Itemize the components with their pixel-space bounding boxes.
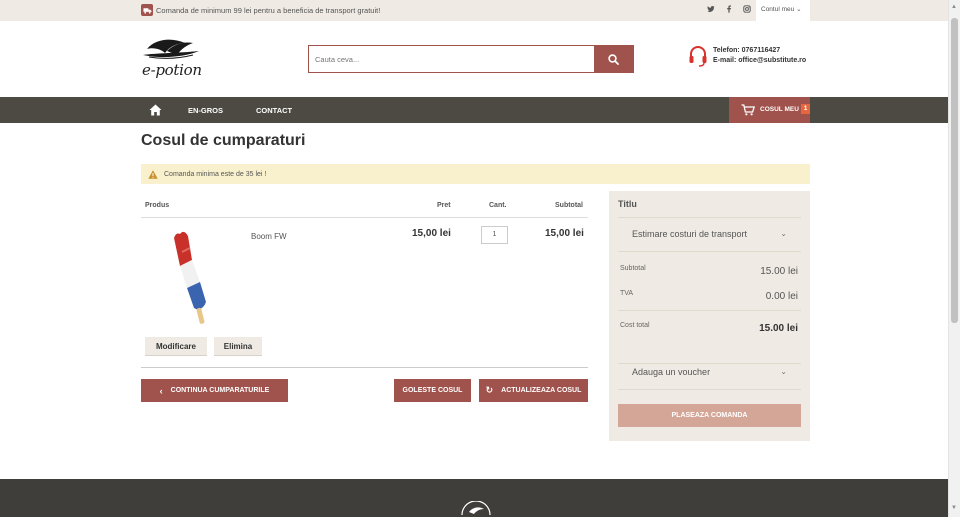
tva-label: TVA bbox=[620, 290, 634, 297]
nav-item-en-gros[interactable]: EN-GROS bbox=[188, 106, 223, 115]
refresh-icon: ↻ bbox=[485, 385, 494, 395]
chevron-left-icon: ‹ bbox=[159, 385, 163, 396]
warning-icon bbox=[148, 169, 158, 179]
phone-text: Telefon: 0767116427 bbox=[713, 47, 781, 54]
facebook-icon[interactable] bbox=[724, 5, 734, 15]
order-summary: Titlu Estimare costuri de transport ⌄ Su… bbox=[609, 191, 810, 441]
page-scrollbar[interactable]: ▲ ▼ bbox=[948, 0, 960, 517]
free-shipping-notice: Comanda de minimum 99 lei pentru a benef… bbox=[141, 4, 380, 16]
update-cart-button[interactable]: ↻ ACTUALIZEAZA COSUL bbox=[479, 379, 588, 402]
summary-divider bbox=[618, 389, 801, 390]
scroll-down-icon[interactable]: ▼ bbox=[951, 505, 957, 511]
tva-value: 0.00 lei bbox=[765, 291, 798, 302]
clear-cart-button[interactable]: GOLESTE COSUL bbox=[394, 379, 471, 402]
edit-item-button[interactable]: Modificare bbox=[145, 337, 207, 356]
remove-item-button[interactable]: Elimina bbox=[214, 337, 262, 356]
truck-icon bbox=[141, 4, 153, 16]
summary-title: Titlu bbox=[618, 199, 637, 209]
scroll-up-icon[interactable]: ▲ bbox=[951, 4, 957, 10]
footer-logo-icon bbox=[461, 501, 491, 516]
twitter-icon[interactable] bbox=[706, 5, 716, 15]
voucher-label: Adauga un voucher bbox=[632, 367, 711, 377]
subtotal-label: Subtotal bbox=[620, 265, 646, 272]
shipping-estimate-label: Estimare costuri de transport bbox=[632, 229, 748, 239]
voucher-dropdown[interactable]: Adauga un voucher ⌄ bbox=[618, 358, 801, 386]
cart-button[interactable]: COSUL MEU 1 bbox=[729, 97, 810, 123]
account-menu[interactable]: Contul meu ⌄ bbox=[756, 0, 810, 21]
table-bottom-divider bbox=[141, 367, 588, 368]
product-subtotal: 15,00 lei bbox=[545, 228, 584, 239]
logo-text: e-potion bbox=[142, 61, 202, 79]
min-order-warning: Comanda minima este de 35 lei ! bbox=[141, 164, 810, 184]
update-cart-label: ACTUALIZEAZA COSUL bbox=[501, 387, 582, 394]
continue-shopping-label: CONTINUA CUMPARATURILE bbox=[170, 387, 270, 394]
search-icon bbox=[608, 53, 619, 65]
warning-text: Comanda minima este de 35 lei ! bbox=[164, 170, 267, 178]
continue-shopping-button[interactable]: ‹ CONTINUA CUMPARATURILE bbox=[141, 379, 288, 402]
place-order-button[interactable]: PLASEAZA COMANDA bbox=[618, 404, 801, 427]
main-nav: EN-GROS CONTACT COSUL MEU 1 bbox=[0, 97, 948, 123]
contact-info: Telefon: 0767116427 E-mail: office@subst… bbox=[688, 45, 806, 67]
search-bar bbox=[308, 45, 634, 73]
home-icon[interactable] bbox=[149, 104, 162, 116]
cart-label: COSUL MEU bbox=[760, 106, 799, 113]
total-label: Cost total bbox=[620, 322, 650, 329]
subtotal-value: 15.00 lei bbox=[760, 266, 798, 277]
col-header-qty: Cant. bbox=[489, 202, 507, 209]
clear-cart-label: GOLESTE COSUL bbox=[402, 387, 463, 394]
top-bar: Comanda de minimum 99 lei pentru a benef… bbox=[0, 0, 948, 21]
shipping-estimate-dropdown[interactable]: Estimare costuri de transport ⌄ bbox=[618, 220, 801, 248]
quantity-input[interactable]: 1 bbox=[481, 226, 508, 244]
page-title: Cosul de cumparaturi bbox=[141, 132, 306, 149]
account-label: Contul meu bbox=[761, 6, 795, 13]
summary-divider bbox=[618, 251, 801, 252]
footer bbox=[0, 479, 948, 517]
product-image[interactable] bbox=[160, 230, 222, 326]
summary-divider bbox=[618, 310, 801, 311]
chevron-down-icon: ⌄ bbox=[780, 367, 787, 376]
free-shipping-text: Comanda de minimum 99 lei pentru a benef… bbox=[156, 5, 381, 15]
email-text: E-mail: office@substitute.ro bbox=[713, 57, 807, 64]
instagram-icon[interactable] bbox=[742, 5, 752, 15]
col-header-subtotal: Subtotal bbox=[555, 202, 583, 209]
cart-icon bbox=[741, 104, 755, 116]
nav-item-contact[interactable]: CONTACT bbox=[256, 106, 292, 115]
cart-count-badge: 1 bbox=[801, 104, 810, 114]
headphones-icon bbox=[689, 46, 707, 67]
summary-divider bbox=[618, 217, 801, 218]
product-price: 15,00 lei bbox=[412, 228, 451, 239]
search-button[interactable] bbox=[594, 46, 633, 72]
scrollbar-thumb[interactable] bbox=[951, 18, 958, 323]
search-input[interactable] bbox=[315, 49, 595, 69]
product-name[interactable]: Boom FW bbox=[251, 232, 287, 241]
table-divider bbox=[141, 217, 588, 218]
chevron-down-icon: ⌄ bbox=[780, 229, 787, 238]
col-header-product: Produs bbox=[145, 202, 170, 209]
col-header-price: Pret bbox=[437, 202, 451, 209]
total-value: 15.00 lei bbox=[759, 323, 798, 334]
chevron-down-icon: ⌄ bbox=[796, 6, 802, 13]
